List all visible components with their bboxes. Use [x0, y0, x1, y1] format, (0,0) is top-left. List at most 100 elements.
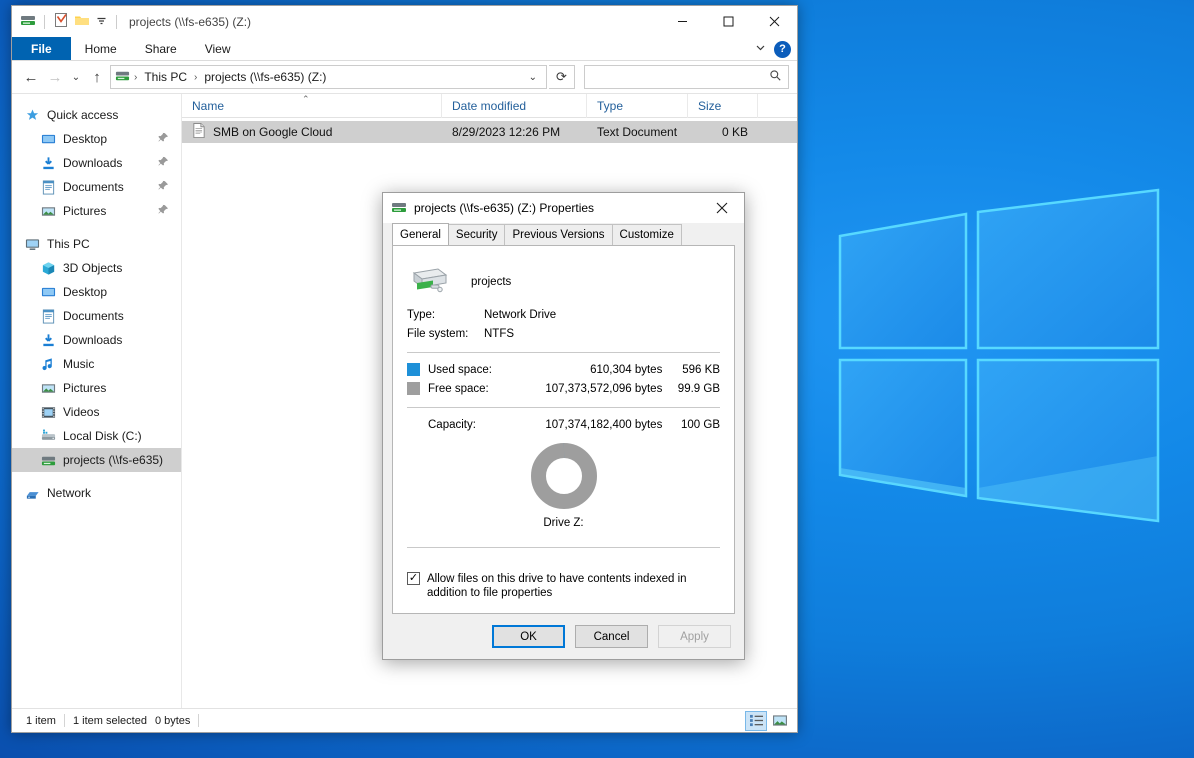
search-icon[interactable]: [769, 69, 782, 85]
status-item-count: 1 item: [26, 714, 56, 727]
index-contents-checkbox[interactable]: ✓: [407, 572, 420, 585]
ribbon-tab-home[interactable]: Home: [71, 37, 131, 60]
column-header-type[interactable]: Type: [587, 93, 688, 118]
close-button[interactable]: [751, 6, 797, 36]
tab-security[interactable]: Security: [447, 224, 506, 245]
column-header-date-modified[interactable]: Date modified: [442, 93, 587, 118]
large-icons-view-button[interactable]: [769, 711, 791, 731]
this-pc-icon: [24, 236, 40, 252]
cancel-button[interactable]: Cancel: [575, 625, 648, 648]
sidebar-group-network[interactable]: Network: [12, 481, 181, 505]
sidebar-item-videos[interactable]: Videos: [12, 400, 181, 424]
local-disk-icon: [40, 428, 56, 444]
breadcrumb-projects[interactable]: projects (\\fs-e635) (Z:): [201, 70, 329, 84]
minimize-button[interactable]: [659, 6, 705, 36]
pictures-icon: [40, 380, 56, 396]
properties-icon[interactable]: [53, 12, 69, 31]
capacity-bytes: 107,374,182,400 bytes: [545, 418, 663, 431]
table-row[interactable]: SMB on Google Cloud 8/29/2023 12:26 PM T…: [182, 121, 797, 143]
new-folder-icon[interactable]: [74, 12, 90, 31]
cell-type: Text Document: [597, 125, 678, 139]
sidebar-item-desktop[interactable]: Desktop: [12, 280, 181, 304]
search-box[interactable]: [584, 65, 789, 89]
address-dropdown-icon[interactable]: ⌄: [524, 72, 542, 83]
refresh-button[interactable]: ⟳: [549, 65, 575, 89]
drive-icon[interactable]: [20, 12, 36, 31]
file-name-label: SMB on Google Cloud: [213, 125, 333, 139]
documents-icon: [40, 308, 56, 324]
dialog-footer: OK Cancel Apply: [383, 614, 744, 659]
forward-button[interactable]: →: [44, 65, 66, 89]
ribbon-tab-view[interactable]: View: [191, 37, 245, 60]
tab-general[interactable]: General: [392, 223, 449, 245]
pictures-icon: [40, 203, 56, 219]
sidebar-item-downloads-qa[interactable]: Downloads: [12, 151, 181, 175]
recent-locations-button[interactable]: ⌄: [68, 65, 84, 89]
back-button[interactable]: ←: [20, 65, 42, 89]
sidebar-group-this-pc[interactable]: This PC: [12, 232, 181, 256]
sidebar-item-documents-qa[interactable]: Documents: [12, 175, 181, 199]
index-contents-checkbox-row[interactable]: ✓ Allow files on this drive to have cont…: [407, 572, 720, 600]
details-view-button[interactable]: [745, 710, 767, 731]
tab-previous-versions[interactable]: Previous Versions: [504, 224, 613, 245]
cell-date-modified: 8/29/2023 12:26 PM: [452, 125, 561, 139]
pin-icon[interactable]: [158, 180, 169, 194]
sidebar-item-desktop-qa[interactable]: Desktop: [12, 127, 181, 151]
network-icon: [24, 485, 40, 501]
column-headers: ⌃ Name Date modified Type Size: [182, 93, 797, 118]
sidebar-item-projects[interactable]: projects (\\fs-e635): [12, 448, 181, 472]
sidebar-item-documents[interactable]: Documents: [12, 304, 181, 328]
capacity-label: Capacity:: [428, 418, 476, 431]
index-contents-label: Allow files on this drive to have conten…: [427, 573, 687, 599]
breadcrumb-this-pc[interactable]: This PC: [141, 70, 190, 84]
column-header-size[interactable]: Size: [688, 93, 758, 118]
free-space-short: 99.9 GB: [677, 382, 720, 395]
pin-icon[interactable]: [158, 156, 169, 170]
sidebar-item-downloads[interactable]: Downloads: [12, 328, 181, 352]
chevron-down-icon[interactable]: [755, 42, 766, 56]
free-space-swatch: [407, 382, 420, 395]
sidebar-item-music[interactable]: Music: [12, 352, 181, 376]
dialog-close-button[interactable]: [700, 194, 744, 223]
used-space-swatch: [407, 363, 420, 376]
3d-objects-icon: [40, 260, 56, 276]
sidebar-item-pictures-qa[interactable]: Pictures: [12, 199, 181, 223]
sidebar-item-label: 3D Objects: [63, 261, 123, 275]
downloads-icon: [40, 332, 56, 348]
window-title: projects (\\fs-e635) (Z:): [129, 14, 252, 29]
customize-chevron-icon[interactable]: [95, 14, 108, 30]
sidebar-item-local-disk-c[interactable]: Local Disk (C:): [12, 424, 181, 448]
used-space-label: Used space:: [428, 363, 492, 376]
column-header-name[interactable]: Name: [182, 93, 442, 118]
sidebar-item-label: Pictures: [63, 381, 107, 395]
maximize-button[interactable]: [705, 6, 751, 36]
field-file-system-key: File system:: [407, 327, 469, 340]
star-icon: [24, 107, 40, 123]
music-icon: [40, 356, 56, 372]
search-input[interactable]: [591, 70, 769, 84]
capacity-row: Capacity: 107,374,182,400 bytes 100 GB: [407, 415, 720, 434]
drive-label: projects: [471, 276, 512, 288]
pin-icon[interactable]: [158, 132, 169, 146]
address-bar[interactable]: › This PC › projects (\\fs-e635) (Z:) ⌄: [110, 65, 547, 89]
desktop: projects (\\fs-e635) (Z:) File Home Shar…: [0, 0, 1194, 758]
ribbon-tab-share[interactable]: Share: [131, 37, 191, 60]
sidebar-item-label: Videos: [63, 405, 100, 419]
documents-icon: [40, 179, 56, 195]
sidebar-item-pictures[interactable]: Pictures: [12, 376, 181, 400]
ok-button[interactable]: OK: [492, 625, 565, 648]
sidebar-item-label: Desktop: [63, 132, 108, 146]
text-document-icon: [192, 123, 206, 141]
pin-icon[interactable]: [158, 204, 169, 218]
sidebar-item-3d-objects[interactable]: 3D Objects: [12, 256, 181, 280]
sidebar-group-quick-access[interactable]: Quick access: [12, 103, 181, 127]
sidebar-item-label: projects (\\fs-e635): [63, 453, 164, 467]
ribbon-tab-file[interactable]: File: [12, 37, 71, 60]
network-drive-icon: [40, 452, 56, 468]
up-button[interactable]: ↑: [86, 65, 108, 89]
cell-name: SMB on Google Cloud: [182, 123, 442, 141]
sidebar-group-label: Quick access: [47, 108, 119, 122]
help-icon[interactable]: ?: [774, 40, 791, 58]
tab-customize[interactable]: Customize: [611, 224, 682, 245]
